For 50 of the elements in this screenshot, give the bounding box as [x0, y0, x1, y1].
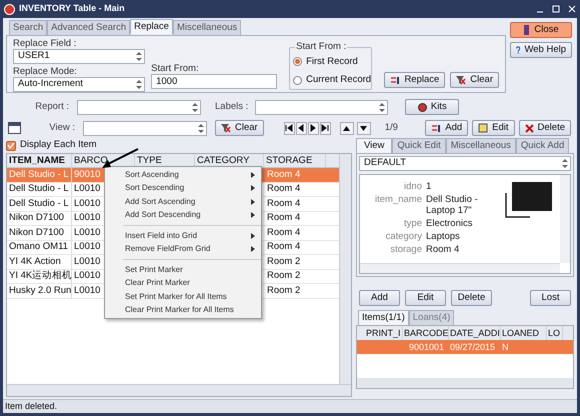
- table-cell-text: 09/27/2015: [449, 341, 496, 354]
- table-cell-text: N: [501, 341, 510, 354]
- table-cell-text: L0010: [73, 226, 102, 240]
- table-cell-text: Room 4: [266, 226, 302, 240]
- field-value: Dell Studio - Laptop 17": [426, 194, 479, 216]
- field-label: Replace Mode:: [13, 66, 78, 77]
- table-cell-text: L0010: [73, 254, 102, 269]
- table-cell-text: L0010: [73, 284, 102, 298]
- field-value: Electronics: [426, 218, 472, 229]
- table-cell-text: L0010: [73, 196, 102, 211]
- table-cell-text: Room 4: [266, 168, 302, 182]
- table-cell: Nikon D7100: [7, 211, 72, 226]
- record-counter: 1/9: [384, 120, 398, 135]
- window-title: INVENTORY Table - Main: [19, 2, 125, 16]
- table-cell-text: Room 2: [266, 284, 302, 298]
- field-label: item_name: [374, 194, 422, 207]
- field-label: idno: [403, 181, 422, 192]
- table-cell-text: Room 2: [266, 269, 302, 284]
- table-cell: YI 4K Action: [7, 254, 72, 269]
- table-cell: Dell Studio - L: [7, 196, 72, 211]
- table-cell-text: L0010: [73, 269, 102, 284]
- field-label: type: [403, 218, 422, 229]
- field-label: Start From:: [151, 63, 200, 74]
- table-cell-text: Room 4: [266, 182, 302, 196]
- table-cell: Husky 2.0 Run: [7, 284, 72, 298]
- table-cell-text: Room 4: [266, 211, 302, 226]
- field-value: 1: [426, 181, 432, 192]
- table-cell-text: L0010: [73, 211, 102, 226]
- checkbox-label: Display Each Item: [20, 138, 97, 152]
- table-cell-text: L0010: [73, 240, 102, 254]
- field-label: category: [384, 231, 422, 242]
- labels-label: Labels :: [215, 100, 248, 114]
- table-cell: Nikon D7100: [7, 226, 72, 240]
- table-cell: Dell Studio - L: [7, 168, 72, 182]
- field-label: storage: [389, 244, 422, 255]
- table-cell: YI 4K运动相机: [7, 269, 72, 284]
- table-cell-text: Room 2: [266, 254, 302, 269]
- table-cell-text: Room 4: [266, 196, 302, 211]
- table-cell-text: 9001001: [408, 341, 446, 354]
- table-cell: Omano OM11: [7, 240, 72, 254]
- status-text: Item deleted.: [5, 400, 58, 413]
- view-label: View :: [48, 120, 75, 135]
- field-label: Replace Field :: [13, 38, 78, 49]
- field-value: Room 4: [426, 244, 460, 255]
- report-label: Report :: [34, 100, 69, 114]
- table-cell-text: 90010: [73, 168, 102, 182]
- table-cell-text: L0010: [73, 182, 102, 196]
- table-cell-text: Room 4: [266, 240, 302, 254]
- field-value: Laptops: [426, 231, 460, 242]
- table-cell: Dell Studio - L: [7, 182, 72, 196]
